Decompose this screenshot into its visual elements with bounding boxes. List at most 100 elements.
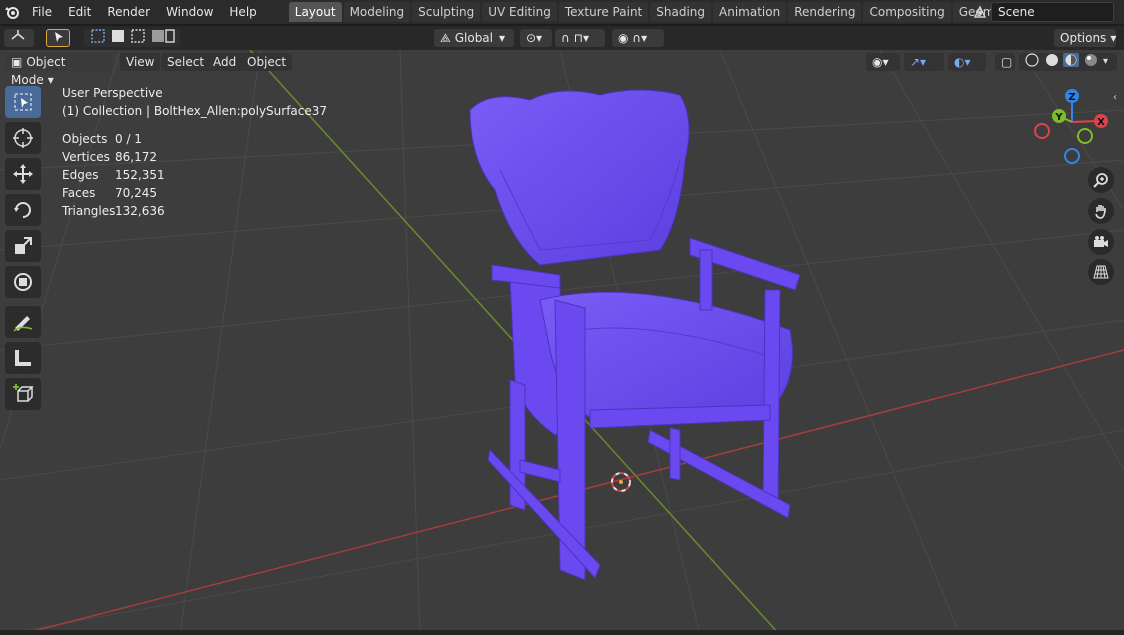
header-menu-object[interactable]: Object: [241, 53, 293, 71]
magnet-icon: ∩ ⊓▾: [561, 31, 589, 45]
orientation-icon: ⟁: [440, 31, 451, 45]
header-menu-select[interactable]: Select: [161, 53, 211, 71]
3d-viewport[interactable]: [0, 50, 1124, 635]
xray-toggle[interactable]: ▢: [995, 53, 1015, 71]
menu-edit[interactable]: Edit: [60, 0, 99, 24]
pan-button[interactable]: [1088, 198, 1114, 224]
header-menu-add[interactable]: Add: [207, 53, 243, 71]
axes-icon: [11, 30, 25, 40]
measure-ruler-icon: [15, 350, 31, 366]
tab-sculpting[interactable]: Sculpting: [412, 2, 481, 22]
stat-label: Edges: [62, 168, 99, 182]
svg-text:▾: ▾: [1103, 56, 1108, 67]
gizmo-y-label: Y: [1054, 112, 1063, 123]
gizmo-neg-x: [1034, 123, 1050, 139]
stat-row: Faces 70,245: [62, 184, 165, 202]
zoom-button[interactable]: [1088, 167, 1114, 193]
viewport-header: ▣ Object Mode ▾ View Select Add Object ◉▾ …: [0, 52, 1124, 87]
visibility-button[interactable]: ◉▾: [866, 53, 900, 71]
stat-row: Objects 0 / 1: [62, 130, 165, 148]
tab-modeling[interactable]: Modeling: [343, 2, 411, 22]
tool-cursor[interactable]: [5, 122, 41, 154]
pivot-point-button[interactable]: ⊙▾: [520, 29, 552, 47]
overlays-button[interactable]: ◐▾: [948, 53, 986, 71]
tool-select-box[interactable]: [5, 86, 41, 118]
zoom-icon: [1093, 173, 1108, 188]
stat-value: 132,636: [115, 204, 165, 218]
chair-model[interactable]: [0, 50, 1124, 635]
perspective-label: User Perspective: [62, 86, 163, 100]
stat-value: 152,351: [115, 168, 165, 182]
scene-icon: [969, 5, 991, 19]
selection-mode-icons: [91, 29, 175, 43]
scene-selector[interactable]: Scene: [969, 2, 1114, 22]
toggle-perspective-button[interactable]: [1088, 259, 1114, 285]
stat-row: Edges 152,351: [62, 166, 165, 184]
snap-button[interactable]: ∩ ⊓▾: [555, 29, 605, 47]
tab-uv-editing[interactable]: UV Editing: [482, 2, 557, 22]
hand-icon: [1095, 205, 1106, 219]
tool-add-cube[interactable]: [5, 378, 41, 410]
camera-view-button[interactable]: [1088, 229, 1114, 255]
stat-value: 0 / 1: [115, 132, 142, 146]
options-dropdown[interactable]: Options ▾: [1054, 29, 1116, 47]
select-tool-button[interactable]: [46, 29, 70, 47]
gizmo-icon: ↗▾: [910, 55, 927, 69]
transform-orientation-dropdown[interactable]: ⟁ Global ▾: [434, 29, 514, 47]
menu-window[interactable]: Window: [158, 0, 221, 24]
cursor-icon: [13, 128, 33, 148]
tab-rendering[interactable]: Rendering: [788, 2, 862, 22]
top-bar: File Edit Render Window Help Layout Mode…: [0, 0, 1124, 24]
transform-icon: [14, 273, 32, 291]
tool-measure[interactable]: [5, 342, 41, 374]
stat-label: Objects: [62, 132, 108, 146]
header-menu-view[interactable]: View: [120, 53, 161, 71]
mode-dropdown[interactable]: ▣ Object Mode ▾: [5, 53, 113, 87]
tab-texture-paint[interactable]: Texture Paint: [558, 2, 649, 22]
sidebar-toggle-icon[interactable]: ‹: [1113, 92, 1117, 103]
stat-label: Faces: [62, 186, 96, 200]
annotate-pencil-icon: [13, 316, 33, 332]
add-cube-icon: [13, 384, 34, 402]
selection-mode-group[interactable]: [84, 29, 180, 47]
blender-logo-icon[interactable]: [0, 0, 24, 24]
object-mode-icon: ▣: [11, 55, 23, 69]
chevron-down-icon: ▾: [47, 73, 54, 87]
navigation-gizmo[interactable]: Z X Y: [1032, 86, 1112, 166]
xray-icon: ▢: [1001, 55, 1013, 69]
stat-row: Triangles 132,636: [62, 202, 165, 220]
tab-compositing[interactable]: Compositing: [863, 2, 951, 22]
orientation-label: Global: [454, 31, 493, 45]
menu-render[interactable]: Render: [99, 0, 158, 24]
scene-name-field[interactable]: Scene: [991, 2, 1114, 22]
stat-label: Vertices: [62, 150, 110, 164]
cursor-arrow-icon: [55, 32, 63, 42]
tool-transform[interactable]: [5, 266, 41, 298]
tool-scale[interactable]: [5, 230, 41, 262]
collection-label: (1) Collection | BoltHex_Allen:polySurfa…: [62, 104, 328, 118]
camera-icon: [1094, 236, 1108, 247]
gizmo-neg-z: [1064, 148, 1080, 164]
editor-header: ⟁ Global ▾ ⊙▾ ∩ ⊓▾ ◉ ∩▾ Options ▾: [0, 26, 1124, 50]
scene-statistics: Objects 0 / 1 Vertices 86,172 Edges 152,351…: [62, 130, 165, 220]
editor-type-button[interactable]: [4, 29, 34, 47]
workspace-tabs: Layout Modeling Sculpting UV Editing Tex…: [288, 0, 1055, 24]
tab-animation[interactable]: Animation: [713, 2, 787, 22]
tool-annotate[interactable]: [5, 306, 41, 338]
tab-shading[interactable]: Shading: [650, 2, 711, 22]
shading-mode-icons: ▾: [1025, 53, 1108, 67]
chevron-down-icon: ▾: [499, 31, 506, 45]
proportional-edit-button[interactable]: ◉ ∩▾: [612, 29, 664, 47]
tab-layout[interactable]: Layout: [288, 2, 342, 22]
menu-file[interactable]: File: [24, 0, 60, 24]
tool-rotate[interactable]: [5, 194, 41, 226]
select-box-icon: [14, 93, 32, 111]
stat-value: 86,172: [115, 150, 157, 164]
tool-move[interactable]: [5, 158, 41, 190]
menu-help[interactable]: Help: [221, 0, 264, 24]
3d-cursor-icon[interactable]: [609, 470, 633, 494]
gizmo-toggle-button[interactable]: ↗▾: [904, 53, 944, 71]
rotate-icon: [14, 202, 31, 218]
shading-mode-group[interactable]: ▾: [1019, 53, 1117, 71]
stat-label: Triangles: [62, 204, 116, 218]
